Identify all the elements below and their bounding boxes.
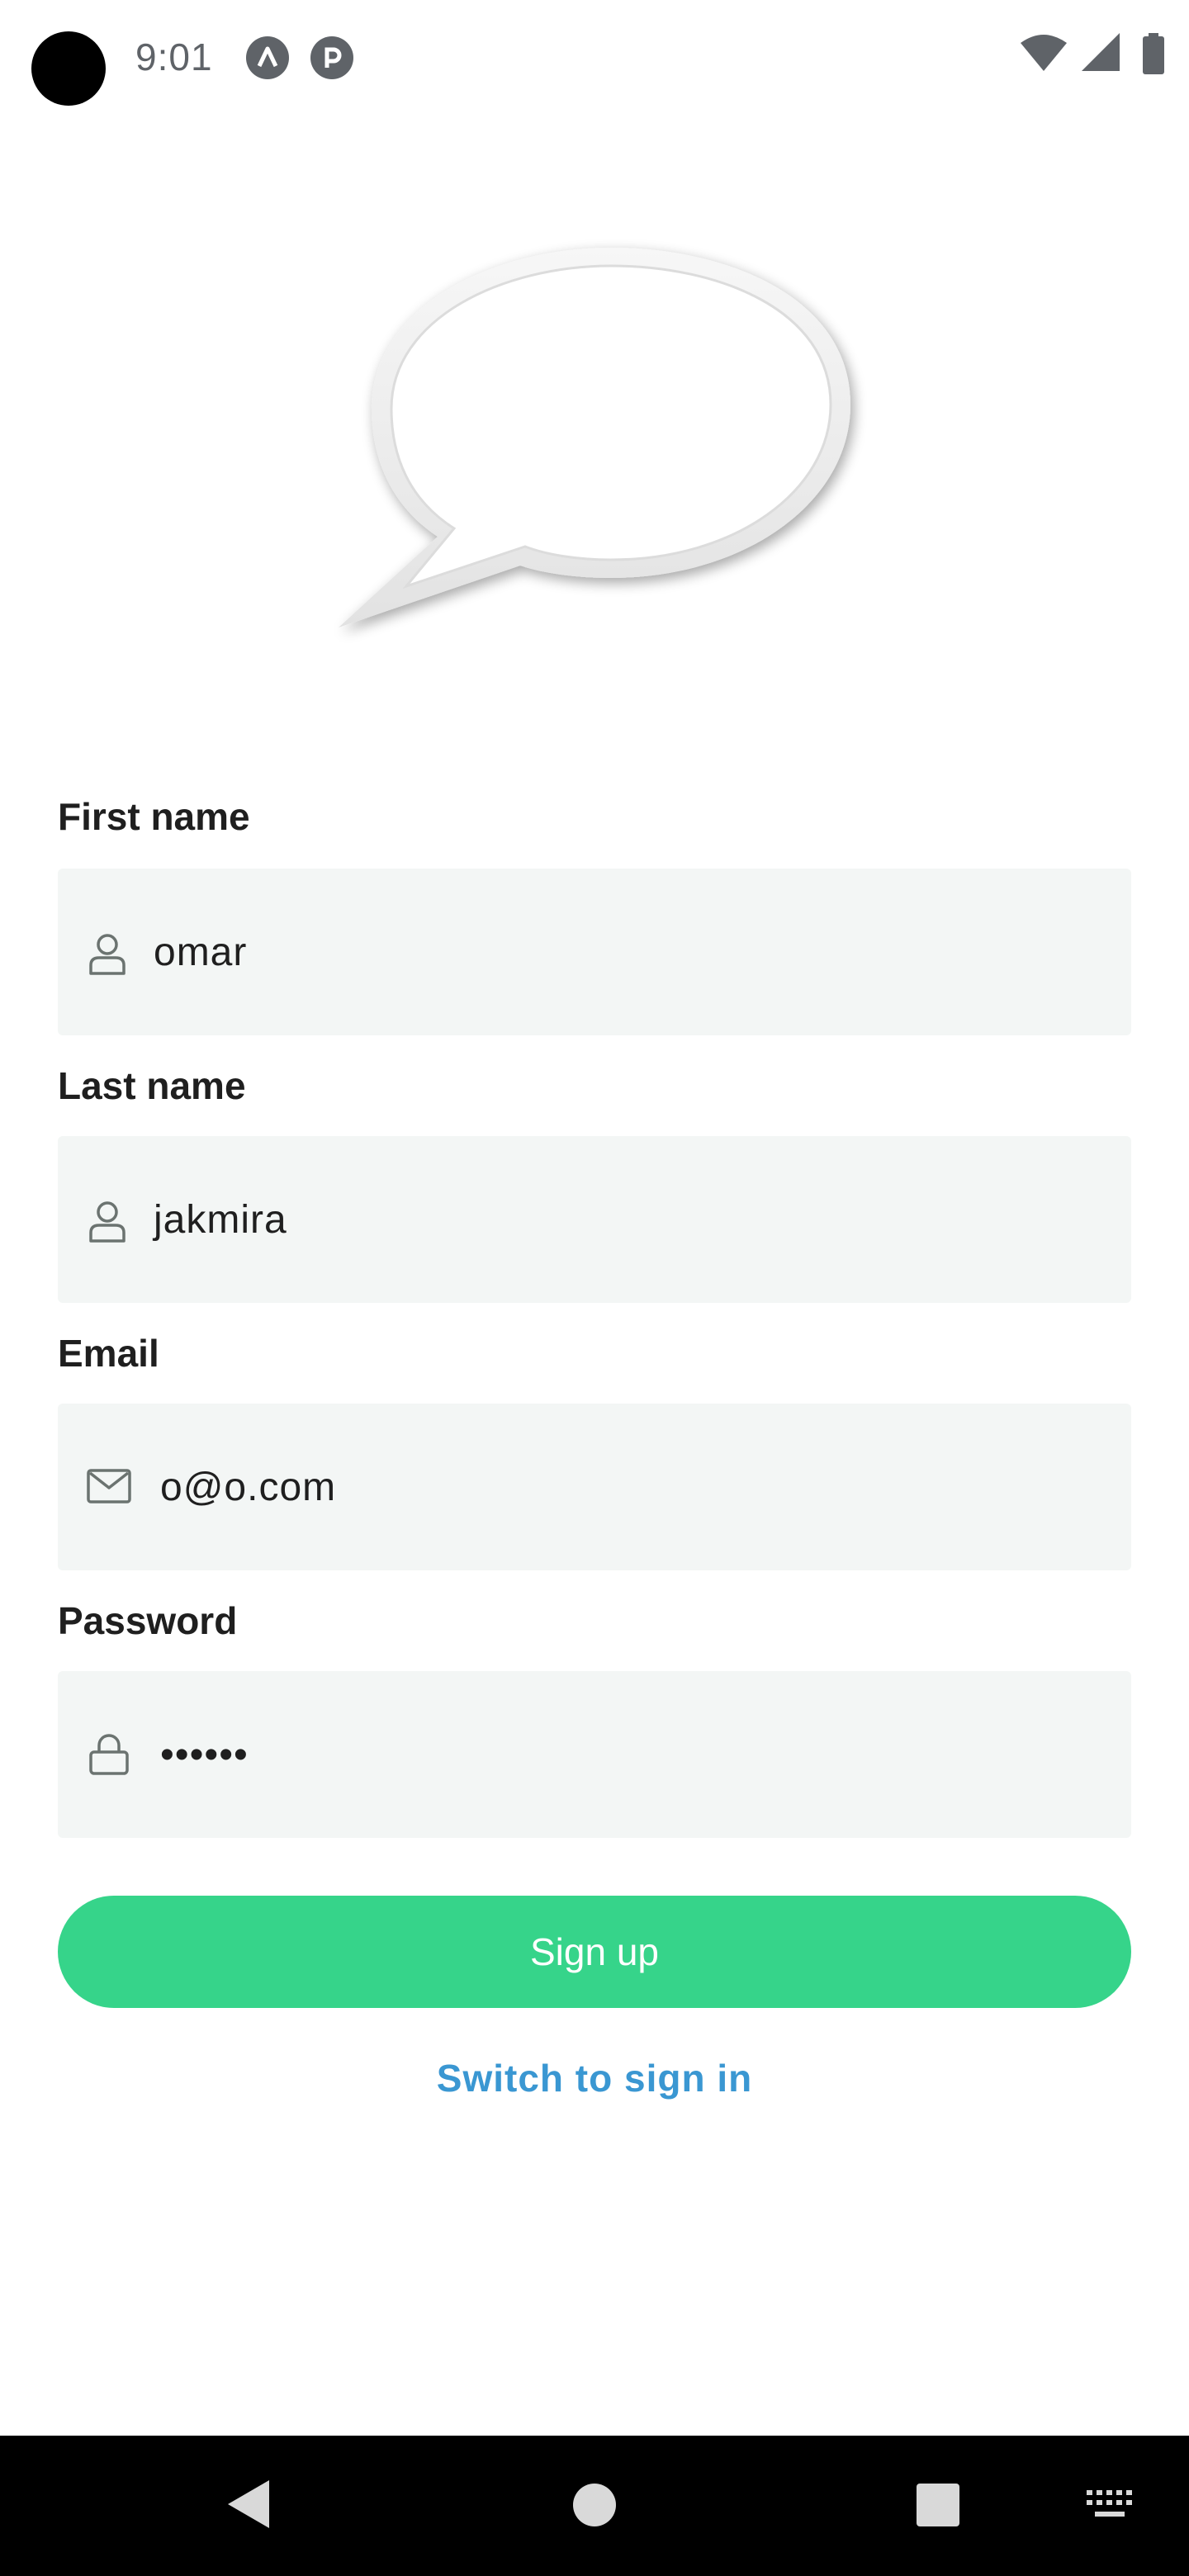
battery-icon (1143, 33, 1164, 74)
first-name-value: omar (154, 930, 248, 974)
first-name-label: First name (58, 795, 250, 838)
email-value: o@o.com (160, 1466, 337, 1509)
signup-button[interactable]: Sign up (58, 1896, 1131, 2008)
notification-a-icon (246, 36, 289, 79)
cellular-signal-icon (1082, 33, 1120, 71)
camera-cutout (31, 31, 106, 106)
password-label: Password (58, 1599, 238, 1642)
password-value: •••••• (160, 1733, 249, 1777)
status-time: 9:01 (135, 36, 213, 78)
status-bar: 9:01 (0, 0, 1189, 116)
back-icon[interactable] (225, 2479, 271, 2530)
user-icon (86, 1198, 129, 1248)
email-label: Email (58, 1332, 159, 1375)
last-name-label: Last name (58, 1064, 246, 1107)
user-icon (86, 930, 129, 981)
wifi-icon (1021, 35, 1067, 71)
last-name-field[interactable]: jakmira (58, 1136, 1131, 1303)
first-name-field[interactable]: omar (58, 869, 1131, 1035)
navigation-bar (0, 2436, 1189, 2576)
password-field[interactable]: •••••• (58, 1671, 1131, 1838)
home-icon[interactable] (571, 2482, 618, 2528)
recents-icon[interactable] (915, 2482, 961, 2528)
app-logo (330, 231, 867, 644)
keyboard-icon[interactable] (1087, 2490, 1133, 2522)
lock-icon (86, 1731, 132, 1781)
last-name-value: jakmira (154, 1198, 287, 1242)
signup-screen: 9:01 First name omar Last name jakmira E… (0, 0, 1189, 2576)
email-field[interactable]: o@o.com (58, 1404, 1131, 1570)
mail-icon (86, 1468, 132, 1510)
switch-to-sign-in-link[interactable]: Switch to sign in (0, 2056, 1189, 2100)
notification-p-icon (310, 36, 353, 79)
